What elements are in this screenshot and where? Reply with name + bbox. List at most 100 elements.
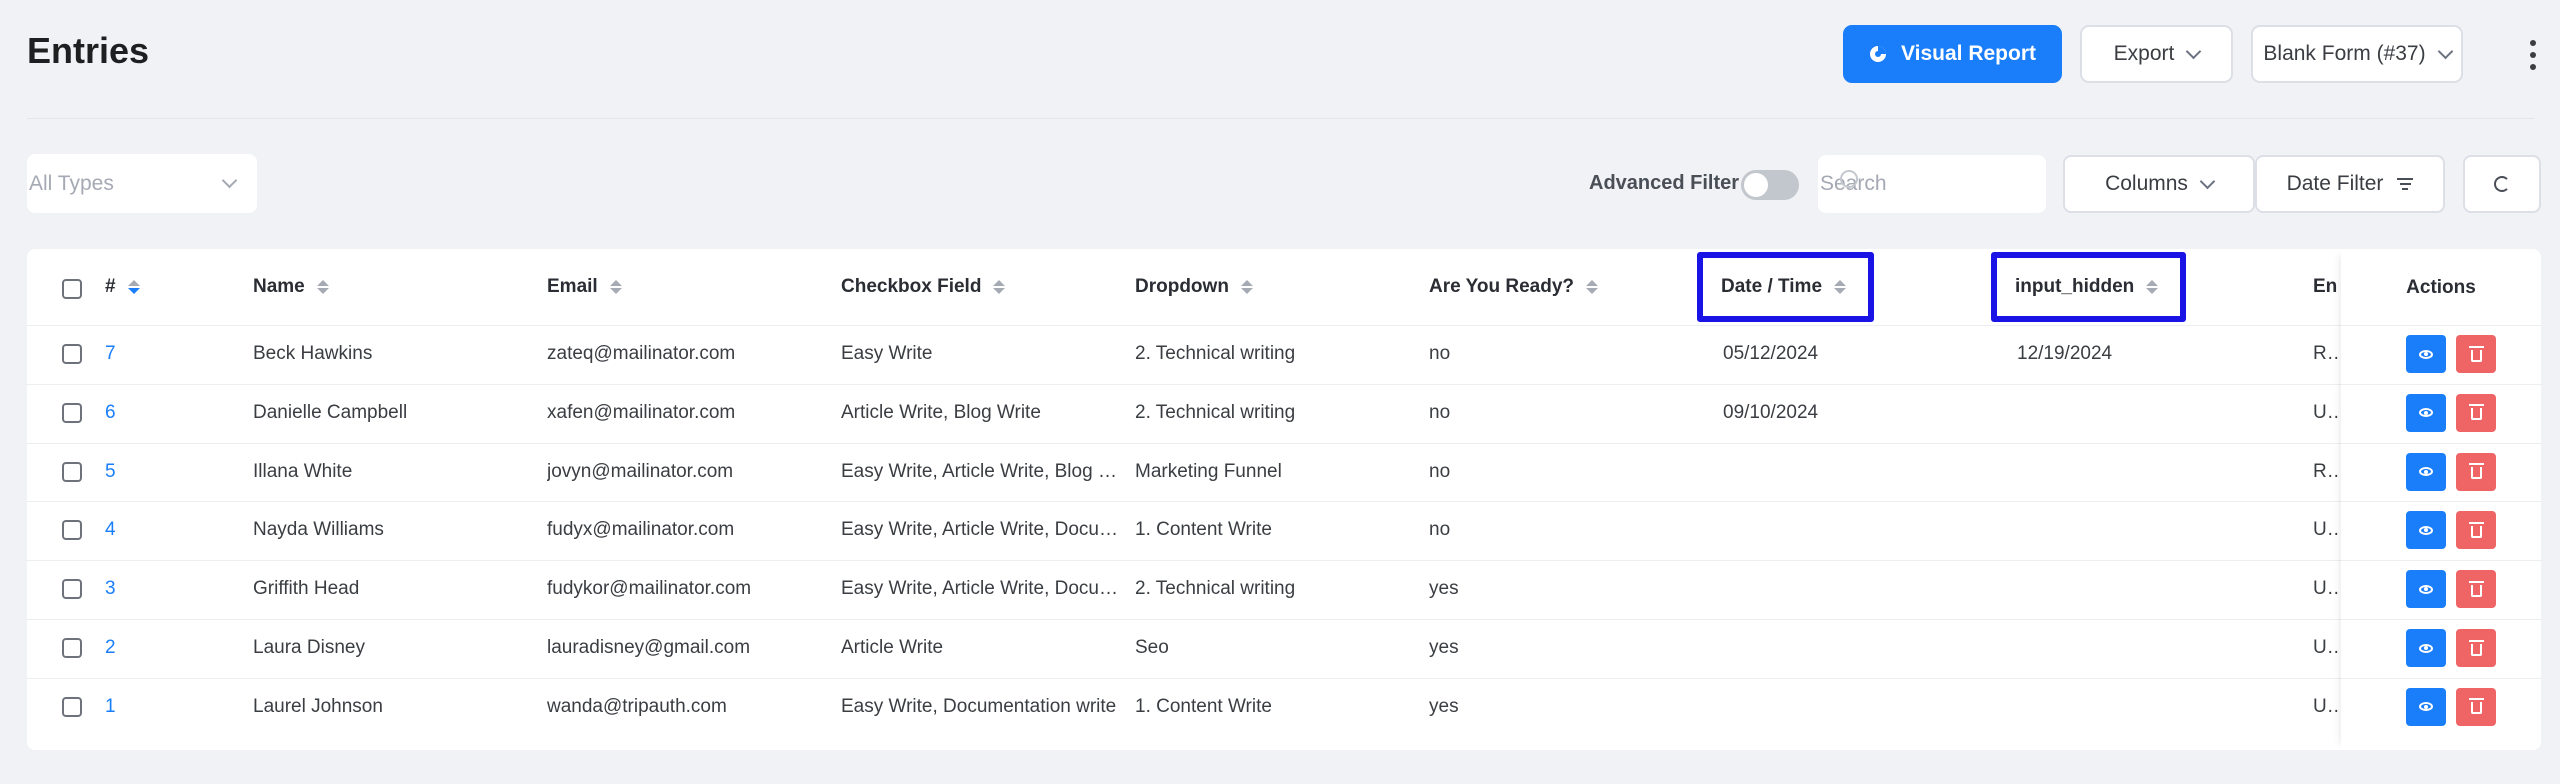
form-select[interactable]: Blank Form (#37) bbox=[2251, 25, 2463, 83]
entry-checkbox-field: Article Write bbox=[841, 637, 944, 658]
eye-icon bbox=[2419, 349, 2433, 359]
entry-email: jovyn@mailinator.com bbox=[547, 460, 734, 482]
trash-icon bbox=[2468, 345, 2484, 362]
entry-email: xafen@mailinator.com bbox=[547, 401, 736, 423]
row-checkbox[interactable] bbox=[62, 402, 82, 423]
advanced-filter-toggle[interactable] bbox=[1741, 170, 1799, 200]
sort-icon bbox=[1240, 280, 1253, 294]
view-entry-button[interactable] bbox=[2406, 687, 2446, 726]
entry-checkbox-field: Easy Write, Article Write, Documentation… bbox=[841, 519, 1123, 541]
date-filter-label: Date Filter bbox=[2286, 172, 2384, 195]
column-header-ready-label: Are You Ready? bbox=[1429, 276, 1575, 297]
entry-datetime: 05/12/2024 bbox=[1723, 343, 1819, 364]
row-divider bbox=[2341, 501, 2541, 503]
delete-entry-button[interactable] bbox=[2456, 629, 2496, 667]
types-select[interactable]: All Types bbox=[27, 154, 257, 213]
chevron-down-icon bbox=[2186, 43, 2202, 59]
eye-icon bbox=[2419, 408, 2433, 418]
row-checkbox[interactable] bbox=[62, 461, 82, 482]
row-divider bbox=[2341, 677, 2541, 679]
date-filter-button[interactable]: Date Filter bbox=[2255, 155, 2445, 213]
view-entry-button[interactable] bbox=[2406, 511, 2446, 550]
entry-id-link[interactable]: 2 bbox=[105, 637, 225, 659]
entry-id-link[interactable]: 7 bbox=[105, 343, 225, 365]
export-button[interactable]: Export bbox=[2080, 25, 2233, 83]
column-header-dropdown[interactable]: Dropdown bbox=[1135, 269, 1253, 305]
entry-name: Illana White bbox=[253, 460, 353, 482]
chevron-down-icon bbox=[221, 172, 238, 189]
filter-icon bbox=[2397, 178, 2414, 190]
row-checkbox[interactable] bbox=[62, 579, 82, 600]
row-divider bbox=[27, 677, 2341, 679]
entry-status: Read bbox=[2313, 343, 2339, 364]
row-checkbox[interactable] bbox=[62, 696, 82, 717]
delete-entry-button[interactable] bbox=[2456, 511, 2496, 550]
visual-report-button[interactable]: Visual Report bbox=[1843, 25, 2062, 83]
view-entry-button[interactable] bbox=[2406, 452, 2446, 491]
trash-icon bbox=[2468, 698, 2484, 715]
view-entry-button[interactable] bbox=[2406, 335, 2446, 373]
entry-id-link[interactable]: 6 bbox=[105, 402, 225, 424]
row-divider bbox=[27, 501, 2341, 503]
entry-status: Unread bbox=[2313, 637, 2339, 658]
view-entry-button[interactable] bbox=[2406, 393, 2446, 432]
row-divider bbox=[27, 619, 2341, 620]
columns-label: Columns bbox=[2105, 172, 2188, 195]
delete-entry-button[interactable] bbox=[2456, 452, 2496, 491]
columns-button[interactable]: Columns bbox=[2063, 155, 2255, 213]
entry-dropdown: 2. Technical writing bbox=[1135, 343, 1296, 364]
entry-email: lauradisney@gmail.com bbox=[547, 637, 751, 658]
entry-email: fudyx@mailinator.com bbox=[547, 519, 735, 541]
entry-dropdown: Marketing Funnel bbox=[1135, 460, 1282, 482]
entry-ready: no bbox=[1429, 343, 1451, 364]
column-header-input-hidden[interactable]: input_hidden bbox=[1991, 252, 2187, 322]
delete-entry-button[interactable] bbox=[2456, 393, 2496, 432]
entry-id-link[interactable]: 5 bbox=[105, 461, 225, 483]
entry-name: Nayda Williams bbox=[253, 519, 384, 541]
delete-entry-button[interactable] bbox=[2456, 570, 2496, 609]
entry-id-link[interactable]: 3 bbox=[105, 578, 225, 600]
view-entry-button[interactable] bbox=[2406, 570, 2446, 609]
entry-checkbox-field: Easy Write, Article Write, Blog Write bbox=[841, 460, 1123, 482]
row-divider bbox=[27, 560, 2341, 562]
actions-column: Actions bbox=[2341, 249, 2541, 750]
refresh-icon bbox=[2494, 176, 2510, 192]
column-header-email[interactable]: Email bbox=[547, 269, 622, 305]
row-checkbox[interactable] bbox=[62, 638, 82, 658]
delete-entry-button[interactable] bbox=[2456, 687, 2496, 726]
column-header-name[interactable]: Name bbox=[253, 269, 329, 305]
column-header-checkbox-field[interactable]: Checkbox Field bbox=[841, 269, 1006, 305]
sort-icon bbox=[1834, 280, 1847, 294]
delete-entry-button[interactable] bbox=[2456, 335, 2496, 373]
sort-icon bbox=[1586, 280, 1599, 294]
column-header-entry-status[interactable]: Entry Status bbox=[2313, 269, 2337, 305]
eye-icon bbox=[2419, 702, 2433, 712]
pie-chart-icon bbox=[1870, 46, 1886, 62]
sort-icon bbox=[127, 280, 140, 294]
entry-checkbox-field: Easy Write, Documentation write bbox=[841, 695, 1117, 717]
column-header-id[interactable]: # bbox=[105, 269, 140, 305]
more-options-icon[interactable] bbox=[2528, 40, 2538, 70]
select-all-checkbox[interactable] bbox=[62, 279, 82, 299]
form-select-label: Blank Form (#37) bbox=[2263, 42, 2426, 65]
row-checkbox[interactable] bbox=[62, 520, 82, 541]
types-placeholder: All Types bbox=[29, 171, 114, 195]
row-divider bbox=[2341, 442, 2541, 444]
column-header-checkbox-label: Checkbox Field bbox=[841, 276, 982, 297]
entry-ready: yes bbox=[1429, 695, 1459, 717]
entry-ready: no bbox=[1429, 401, 1451, 423]
trash-icon bbox=[2468, 404, 2484, 421]
entry-input-hidden: 12/19/2024 bbox=[2017, 343, 2113, 364]
column-header-date-time[interactable]: Date / Time bbox=[1697, 252, 1875, 322]
entry-id-link[interactable]: 1 bbox=[105, 696, 225, 718]
column-header-are-you-ready[interactable]: Are You Ready? bbox=[1429, 269, 1599, 305]
view-entry-button[interactable] bbox=[2406, 629, 2446, 667]
refresh-button[interactable] bbox=[2463, 155, 2541, 213]
row-checkbox[interactable] bbox=[62, 344, 82, 364]
entry-id-link[interactable]: 4 bbox=[105, 519, 225, 541]
trash-icon bbox=[2468, 463, 2484, 480]
advanced-filter-label: Advanced Filter bbox=[1589, 172, 1740, 194]
row-divider bbox=[2341, 560, 2541, 562]
entry-email: fudykor@mailinator.com bbox=[547, 578, 752, 600]
trash-icon bbox=[2468, 521, 2484, 538]
